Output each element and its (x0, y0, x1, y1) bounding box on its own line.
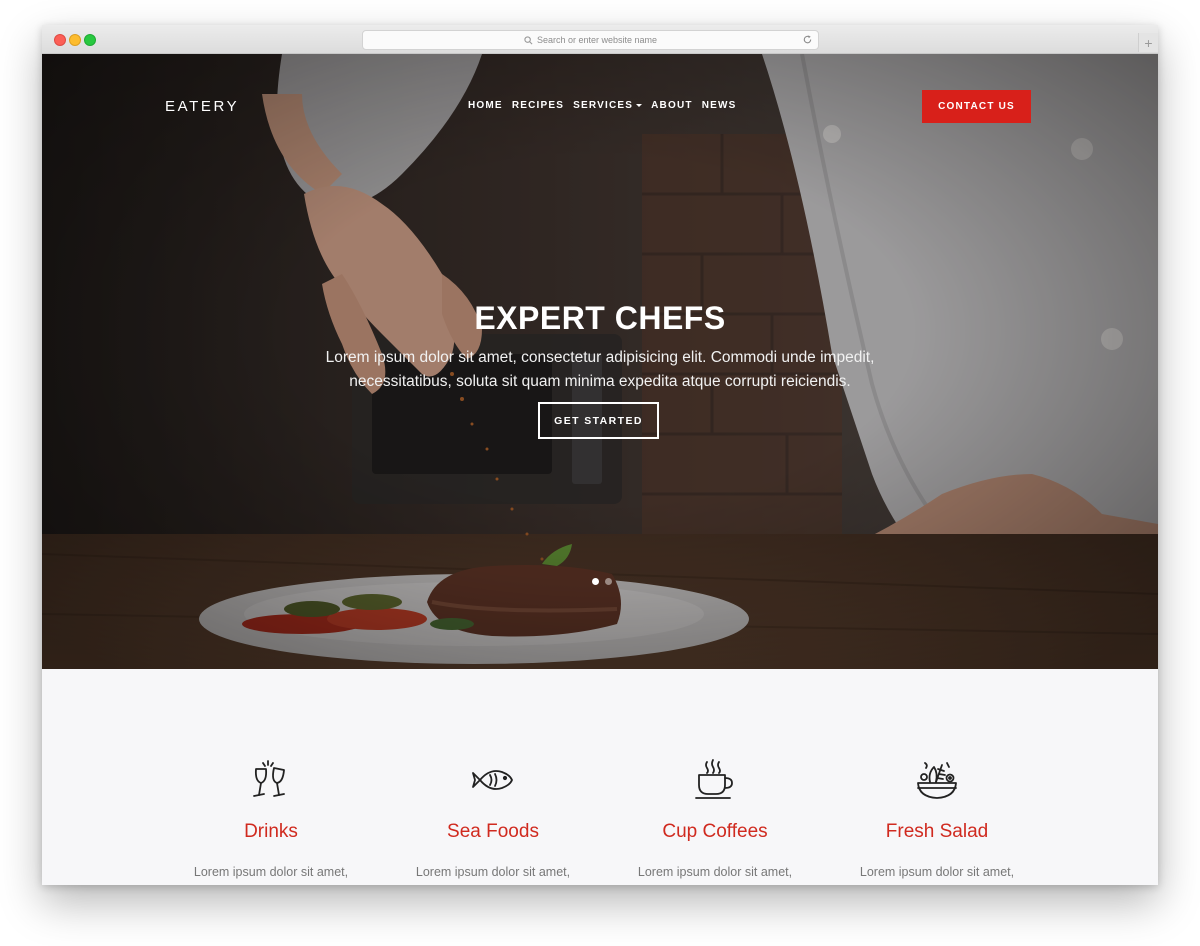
slider-dots (592, 578, 612, 585)
fish-icon (472, 770, 513, 790)
feature-text: Lorem ipsum dolor sit amet, (637, 865, 793, 879)
feature-title: Drinks (244, 821, 298, 842)
contact-us-button[interactable]: CONTACT US (922, 90, 1031, 123)
reload-icon[interactable] (802, 34, 813, 45)
get-started-button[interactable]: GET STARTED (538, 402, 659, 439)
browser-window: Search or enter website name + EATERY HO… (42, 25, 1158, 885)
features-section: Drinks Lorem ipsum dolor sit amet, Sea F… (42, 669, 1158, 885)
slider-dot-1[interactable] (592, 578, 599, 585)
address-bar-placeholder: Search or enter website name (536, 35, 658, 45)
feature-text: Lorem ipsum dolor sit amet, (193, 865, 349, 879)
feature-title: Fresh Salad (885, 821, 989, 842)
hero-title: EXPERT CHEFS (474, 300, 726, 336)
slider-dot-2[interactable] (605, 578, 612, 585)
feature-text: Lorem ipsum dolor sit amet, (415, 865, 571, 879)
coffee-cup-icon (695, 759, 733, 799)
hero-subtitle-line2: necessitatibus, soluta sit quam minima e… (349, 373, 851, 390)
browser-titlebar: Search or enter website name + (42, 25, 1158, 54)
nav-item-services-label: SERVICES (573, 100, 634, 111)
search-icon (524, 35, 533, 44)
nav-item-about[interactable]: ABOUT (651, 100, 693, 111)
close-window-icon[interactable] (54, 34, 66, 46)
salad-bowl-icon (917, 762, 957, 799)
wine-glasses-icon (253, 760, 285, 797)
plus-icon: + (1144, 34, 1153, 51)
feature-text: Lorem ipsum dolor sit amet, (859, 865, 1015, 879)
site-logo[interactable]: EATERY (165, 98, 239, 115)
nav-item-recipes[interactable]: RECIPES (512, 100, 564, 111)
hero-subtitle-line1: Lorem ipsum dolor sit amet, consectetur … (325, 349, 875, 366)
address-bar[interactable]: Search or enter website name (362, 30, 819, 50)
feature-title: Cup Coffees (662, 821, 768, 842)
hero-section: EATERY HOME RECIPES SERVICES ABOUT NEWS … (42, 54, 1158, 669)
nav-item-news[interactable]: NEWS (702, 100, 737, 111)
chevron-down-icon (636, 104, 643, 107)
hero-subtitle: Lorem ipsum dolor sit amet, consectetur … (300, 346, 900, 394)
main-nav: HOME RECIPES SERVICES ABOUT NEWS (468, 100, 746, 111)
maximize-window-icon[interactable] (84, 34, 96, 46)
minimize-window-icon[interactable] (69, 34, 81, 46)
new-tab-button[interactable]: + (1138, 33, 1158, 52)
nav-item-services[interactable]: SERVICES (573, 100, 643, 111)
nav-item-home[interactable]: HOME (468, 100, 503, 111)
feature-title: Sea Foods (447, 821, 539, 842)
